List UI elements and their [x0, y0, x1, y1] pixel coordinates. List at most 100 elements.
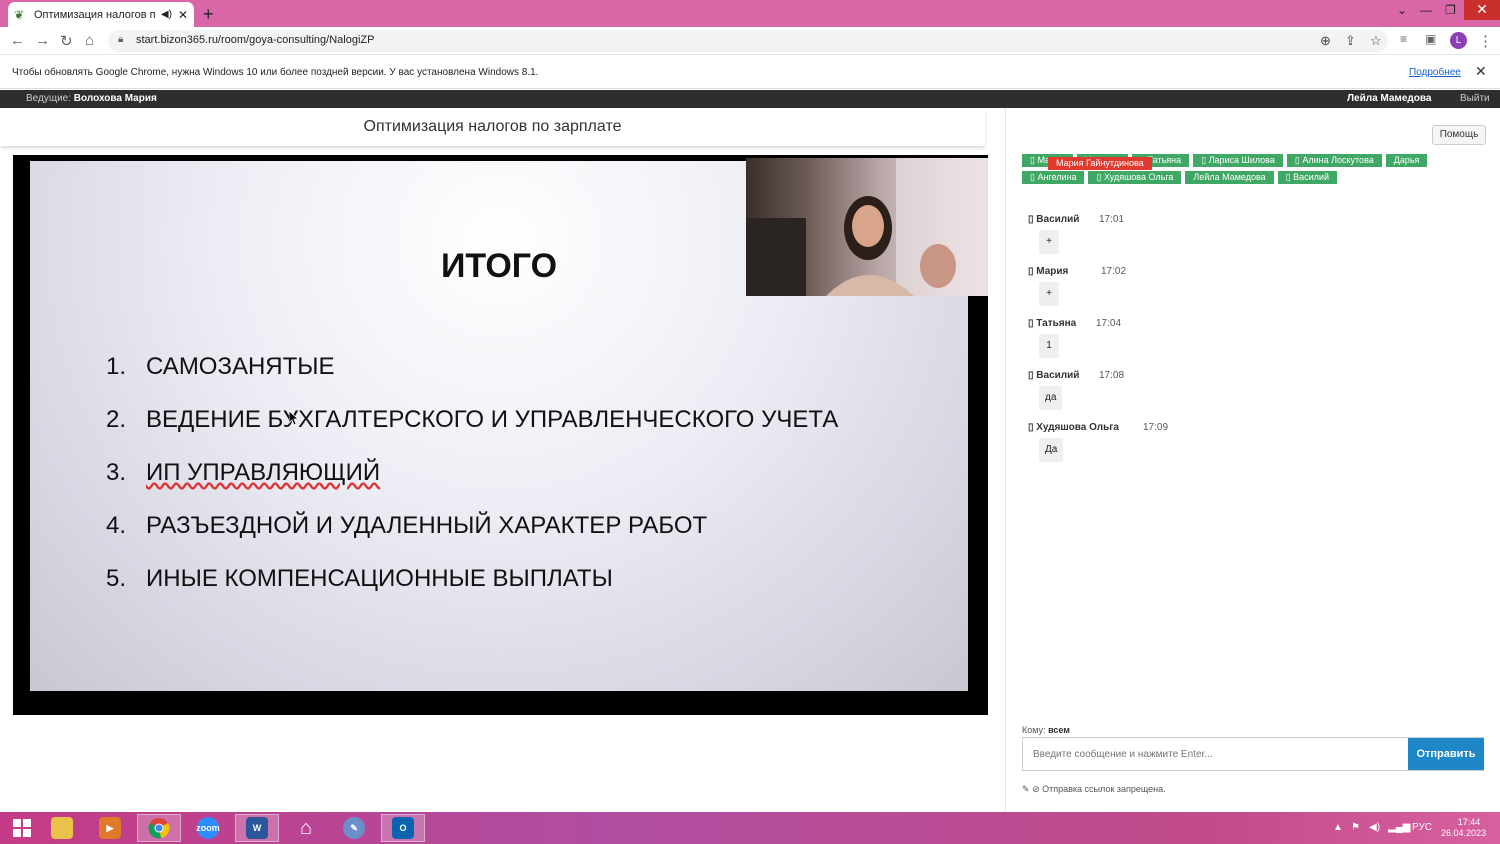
- taskbar-zoom[interactable]: zoom: [186, 814, 230, 842]
- infobar-more-link[interactable]: Подробнее: [1409, 67, 1461, 78]
- item-text: ВЕДЕНИЕ БУХГАЛТЕРСКОГО И УПРАВЛЕНЧЕСКОГО…: [146, 406, 839, 433]
- share-icon[interactable]: ⇪: [1345, 33, 1356, 49]
- chat-message: ▯ Василий 17:01 +: [1028, 214, 1448, 266]
- reading-list-icon[interactable]: ≡: [1400, 32, 1407, 46]
- user-badge[interactable]: Мария Гайнутдинова: [1048, 157, 1152, 170]
- webcam-video[interactable]: [746, 158, 988, 296]
- user-badge[interactable]: ▯ Худяшова Ольга: [1088, 171, 1182, 184]
- room-header: Ведущие: Волохова Мария Лейла Мамедова В…: [0, 90, 1500, 108]
- address-bar[interactable]: 🔒︎ start.bizon365.ru/room/goya-consultin…: [108, 30, 1388, 52]
- lock-icon[interactable]: 🔒︎: [118, 34, 123, 45]
- window-close-button[interactable]: ✕: [1464, 0, 1500, 20]
- action-center-flag-icon[interactable]: ⚑: [1351, 822, 1360, 833]
- new-tab-button[interactable]: +: [203, 4, 214, 25]
- message-author-name: Татьяна: [1036, 318, 1077, 329]
- help-button[interactable]: Помощь: [1432, 125, 1486, 145]
- item-number: 3.: [106, 459, 127, 486]
- item-number: 5.: [106, 565, 127, 592]
- url-text[interactable]: start.bizon365.ru/room/goya-consulting/N…: [136, 34, 374, 46]
- paint-icon: ✎: [343, 817, 365, 839]
- item-text: РАЗЪЕЗДНОЙ И УДАЛЕННЫЙ ХАРАКТЕР РАБОТ: [146, 512, 708, 539]
- slide-list-item: 2. ВЕДЕНИЕ БУХГАЛТЕРСКОГО И УПРАВЛЕНЧЕСКО…: [106, 406, 838, 459]
- taskbar-outlook[interactable]: O: [381, 814, 425, 842]
- taskbar-media-player[interactable]: ▶: [88, 814, 132, 842]
- message-author[interactable]: ▯ Худяшова Ольга: [1028, 422, 1119, 433]
- message-author[interactable]: ▯ Мария: [1028, 266, 1068, 277]
- side-panel-icon[interactable]: ▣: [1425, 32, 1436, 46]
- message-author-name: Худяшова Ольга: [1036, 422, 1119, 433]
- presentation-stage: ИТОГО 1. САМОЗАНЯТЫЕ 2. ВЕДЕНИЕ БУХГАЛТЕРС…: [13, 155, 988, 715]
- message-bubble: +: [1039, 282, 1059, 306]
- presenter-video-frame: [746, 158, 986, 296]
- zoom-icon[interactable]: ⊕: [1320, 33, 1331, 49]
- taskbar-word[interactable]: W: [235, 814, 279, 842]
- message-author[interactable]: ▯ Татьяна: [1028, 318, 1076, 329]
- close-tab-icon[interactable]: ✕: [178, 8, 188, 22]
- chat-message-input[interactable]: [1023, 738, 1408, 770]
- room-title: Оптимизация налогов по зарплате: [0, 108, 985, 146]
- link-note-text: Отправка ссылок запрещена.: [1042, 784, 1166, 794]
- message-author-name: Мария: [1036, 266, 1069, 277]
- taskbar-home[interactable]: ⌂: [284, 814, 328, 842]
- message-author[interactable]: ▯ Василий: [1028, 214, 1079, 225]
- tray-expand-icon[interactable]: ▲: [1333, 822, 1343, 833]
- home-icon[interactable]: ⌂: [85, 32, 94, 49]
- reload-icon[interactable]: ↻: [60, 32, 73, 50]
- outlook-icon: O: [392, 817, 414, 839]
- slide-list-item: 1. САМОЗАНЯТЫЕ: [106, 353, 838, 406]
- chat-message: ▯ Татьяна 17:04 1: [1028, 318, 1448, 370]
- user-badge-name: Алина Лоскутова: [1302, 155, 1374, 165]
- chat-compose: Отправить: [1022, 737, 1484, 771]
- restore-button[interactable]: ❐: [1445, 3, 1456, 17]
- user-badge[interactable]: Лейла Мамедова: [1185, 171, 1274, 184]
- logout-link[interactable]: Выйти: [1460, 93, 1490, 104]
- user-badge[interactable]: ▯ Лариса Шилова: [1193, 154, 1283, 167]
- message-bubble: да: [1039, 386, 1063, 410]
- user-badge-name: Лариса Шилова: [1208, 155, 1275, 165]
- chevron-down-icon[interactable]: ⌄: [1397, 3, 1407, 17]
- message-author[interactable]: ▯ Василий: [1028, 370, 1079, 381]
- chat-message: ▯ Василий 17:08 да: [1028, 370, 1448, 422]
- infobar-close-icon[interactable]: ✕: [1475, 63, 1487, 80]
- taskbar-paint[interactable]: ✎: [332, 814, 376, 842]
- item-number: 1.: [106, 353, 127, 380]
- kebab-menu-icon[interactable]: ⋮: [1478, 32, 1493, 50]
- forward-arrow-icon[interactable]: →: [35, 32, 50, 49]
- minimize-button[interactable]: —: [1420, 3, 1432, 17]
- media-player-icon: ▶: [99, 817, 121, 839]
- browser-toolbar: ← → ↻ ⌂ 🔒︎ start.bizon365.ru/room/goya-c…: [0, 27, 1500, 55]
- windows-start-button[interactable]: [0, 814, 44, 842]
- current-user-name[interactable]: Лейла Мамедова: [1347, 93, 1431, 104]
- user-badge[interactable]: ▯ Ангелина: [1022, 171, 1085, 184]
- user-badge[interactable]: ▯ Алина Лоскутова: [1286, 154, 1382, 167]
- back-arrow-icon[interactable]: ←: [10, 32, 25, 49]
- send-button[interactable]: Отправить: [1408, 738, 1484, 770]
- item-text: ИНЫЕ КОМПЕНСАЦИОННЫЕ ВЫПЛАТЫ: [146, 565, 613, 592]
- taskbar-chrome[interactable]: [137, 814, 181, 842]
- online-users-list: Мария Гайнутдинова ▯ Мария Наталья ▯ Тат…: [1022, 154, 1462, 184]
- slide-list-item: 5. ИНЫЕ КОМПЕНСАЦИОННЫЕ ВЫПЛАТЫ: [106, 565, 838, 618]
- chat-messages: ▯ Василий 17:01 + ▯ Мария 17:02 + ▯ Тать…: [1028, 214, 1448, 474]
- input-language[interactable]: РУС: [1412, 822, 1432, 833]
- taskbar-explorer[interactable]: [40, 814, 84, 842]
- system-clock[interactable]: 17:44 26.04.2023: [1441, 817, 1486, 839]
- clock-time: 17:44: [1457, 817, 1481, 827]
- browser-tab[interactable]: ❦ Оптимизация налогов по з ◀) ✕: [8, 2, 194, 27]
- network-icon[interactable]: ▂▄▆: [1388, 822, 1410, 833]
- bookmark-star-icon[interactable]: ☆: [1370, 33, 1382, 49]
- chat-message: ▯ Мария 17:02 +: [1028, 266, 1448, 318]
- profile-avatar[interactable]: L: [1450, 32, 1467, 49]
- user-badge[interactable]: Дарья: [1385, 154, 1428, 167]
- windows-logo-icon: [13, 819, 31, 837]
- user-badge-name: Василий: [1293, 172, 1329, 182]
- message-bubble: Да: [1039, 438, 1064, 462]
- chat-message: ▯ Худяшова Ольга 17:09 Да: [1028, 422, 1448, 474]
- user-badge[interactable]: ▯ Василий: [1277, 171, 1337, 184]
- home-folder-icon: ⌂: [299, 816, 313, 839]
- recipient-value[interactable]: всем: [1048, 725, 1070, 735]
- recipient-selector[interactable]: Кому: всем: [1022, 725, 1070, 735]
- message-time: 17:04: [1096, 318, 1122, 329]
- volume-icon[interactable]: ◀): [1369, 822, 1380, 833]
- speaker-icon[interactable]: ◀): [161, 9, 172, 20]
- slide-list-item: 4. РАЗЪЕЗДНОЙ И УДАЛЕННЫЙ ХАРАКТЕР РАБОТ: [106, 512, 838, 565]
